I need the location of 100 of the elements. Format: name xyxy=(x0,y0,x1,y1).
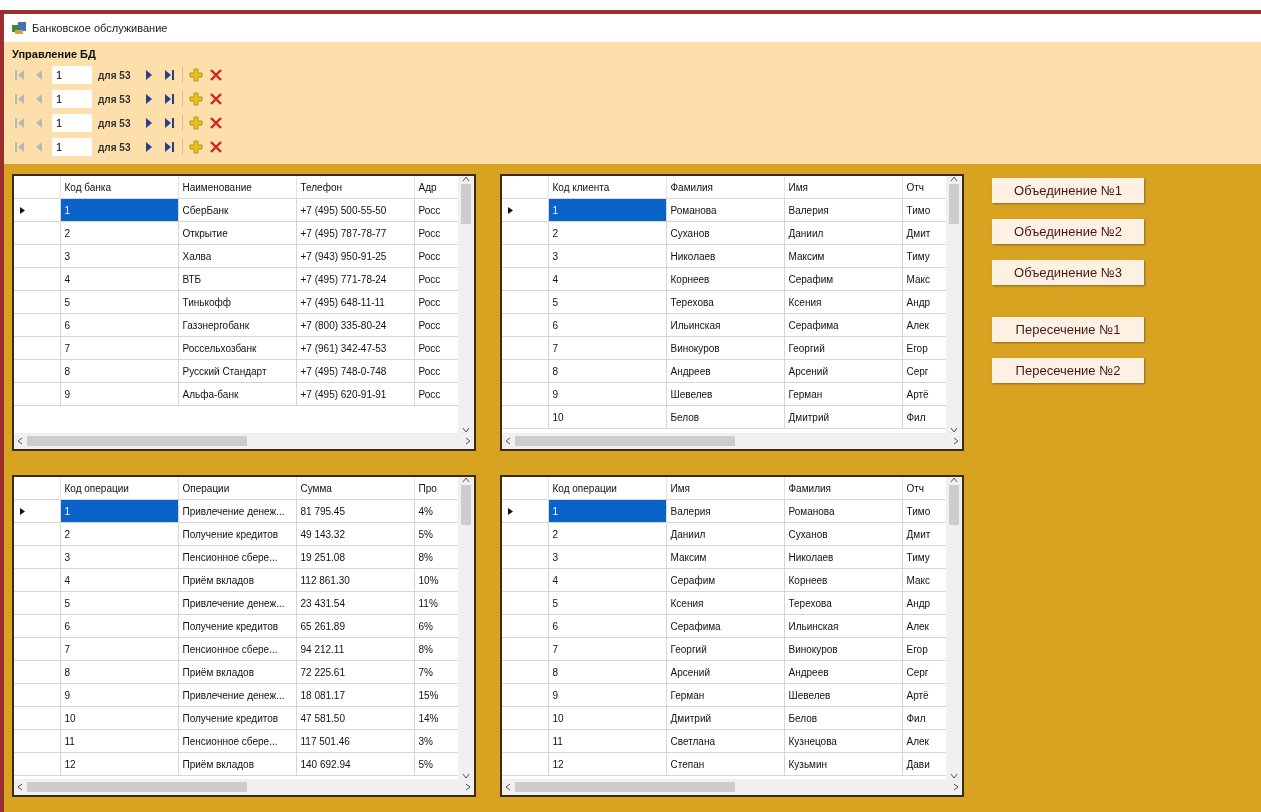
table-cell[interactable]: Белов xyxy=(784,706,902,730)
action-button[interactable]: Объединение №2 xyxy=(992,219,1144,244)
table-cell[interactable]: 6 xyxy=(60,614,178,638)
scrollbar-thumb[interactable] xyxy=(27,782,247,792)
table-cell[interactable]: Серафима xyxy=(666,614,784,638)
horizontal-scrollbar[interactable] xyxy=(14,779,474,795)
table-cell[interactable]: 7 xyxy=(60,336,178,360)
table-cell[interactable]: Валерия xyxy=(784,198,902,222)
table-cell[interactable]: 6 xyxy=(548,313,666,337)
table-cell[interactable]: Пенсионное сбере... xyxy=(178,729,296,753)
position-field[interactable]: 1 xyxy=(52,114,92,132)
table-cell[interactable]: Белов xyxy=(666,405,784,429)
table-cell[interactable]: 11 xyxy=(60,729,178,753)
table-cell[interactable]: Серафим xyxy=(666,568,784,592)
table-cell[interactable]: 8 xyxy=(548,660,666,684)
table-cell[interactable]: Пенсионное сбере... xyxy=(178,545,296,569)
scrollbar-thumb[interactable] xyxy=(949,184,959,224)
table-cell[interactable]: 9 xyxy=(60,683,178,707)
scrollbar-thumb[interactable] xyxy=(515,436,735,446)
table-cell[interactable]: 5 xyxy=(60,591,178,615)
table-cell[interactable]: 81 795.45 xyxy=(296,499,414,523)
table-cell[interactable]: Дмитрий xyxy=(784,405,902,429)
table-cell[interactable]: Газэнергобанк xyxy=(178,313,296,337)
table-cell[interactable]: Андреев xyxy=(784,660,902,684)
table-cell[interactable]: 7 xyxy=(548,637,666,661)
table-cell[interactable]: 2 xyxy=(60,522,178,546)
table-cell[interactable]: Романова xyxy=(784,499,902,523)
table-cell[interactable]: 3 xyxy=(548,244,666,268)
action-button[interactable]: Объединение №3 xyxy=(992,260,1144,285)
scroll-left-icon[interactable] xyxy=(505,783,511,791)
table-cell[interactable]: Валерия xyxy=(666,499,784,523)
horizontal-scrollbar[interactable] xyxy=(502,433,962,449)
scroll-up-icon[interactable] xyxy=(950,477,958,483)
table-cell[interactable]: Георгий xyxy=(784,336,902,360)
table-cell[interactable]: Получение кредитов xyxy=(178,522,296,546)
table-cell[interactable]: 3 xyxy=(60,545,178,569)
table-cell[interactable]: Халва xyxy=(178,244,296,268)
table-cell[interactable]: +7 (495) 748-0-748 xyxy=(296,359,414,383)
table-cell[interactable]: Герман xyxy=(666,683,784,707)
table-cell[interactable]: Русский Стандарт xyxy=(178,359,296,383)
scroll-left-icon[interactable] xyxy=(505,437,511,445)
table-cell[interactable]: 4 xyxy=(60,267,178,291)
table-cell[interactable]: 10 xyxy=(60,706,178,730)
vertical-scrollbar[interactable] xyxy=(946,477,962,779)
table-cell[interactable]: Степан xyxy=(666,752,784,776)
table-cell[interactable]: 4 xyxy=(548,568,666,592)
scrollbar-thumb[interactable] xyxy=(949,485,959,525)
table-cell[interactable]: Россельхозбанк xyxy=(178,336,296,360)
table-cell[interactable]: Приём вкладов xyxy=(178,660,296,684)
table-cell[interactable]: +7 (495) 620-91-91 xyxy=(296,382,414,406)
table-cell[interactable]: Терехова xyxy=(784,591,902,615)
scrollbar-thumb[interactable] xyxy=(515,782,735,792)
table-cell[interactable]: 12 xyxy=(60,752,178,776)
table-cell[interactable]: +7 (495) 787-78-77 xyxy=(296,221,414,245)
table-cell[interactable]: Шевелев xyxy=(784,683,902,707)
horizontal-scrollbar[interactable] xyxy=(14,433,474,449)
table-cell[interactable]: Корнеев xyxy=(666,267,784,291)
table-cell[interactable]: Герман xyxy=(784,382,902,406)
table-cell[interactable]: 4 xyxy=(60,568,178,592)
table-cell[interactable]: Серафима xyxy=(784,313,902,337)
table-cell[interactable]: Привлечение денеж... xyxy=(178,683,296,707)
table-cell[interactable]: +7 (495) 648-11-11 xyxy=(296,290,414,314)
triangle-right-icon[interactable] xyxy=(146,142,153,152)
scroll-up-icon[interactable] xyxy=(950,176,958,182)
table-cell[interactable]: 5 xyxy=(548,290,666,314)
table-cell[interactable]: 72 225.61 xyxy=(296,660,414,684)
table-cell[interactable]: 19 251.08 xyxy=(296,545,414,569)
scroll-down-icon[interactable] xyxy=(950,773,958,779)
scroll-right-icon[interactable] xyxy=(465,783,471,791)
table-cell[interactable]: Андреев xyxy=(666,359,784,383)
table-cell[interactable]: 3 xyxy=(548,545,666,569)
scroll-up-icon[interactable] xyxy=(462,477,470,483)
table-cell[interactable]: 49 143.32 xyxy=(296,522,414,546)
table-cell[interactable]: Серафим xyxy=(784,267,902,291)
table-cell[interactable]: Дмитрий xyxy=(666,706,784,730)
table-cell[interactable]: СберБанк xyxy=(178,198,296,222)
scroll-left-icon[interactable] xyxy=(17,783,23,791)
table-cell[interactable]: 9 xyxy=(60,382,178,406)
scroll-up-icon[interactable] xyxy=(462,176,470,182)
table-cell[interactable]: 9 xyxy=(548,683,666,707)
table-cell[interactable]: 65 261.89 xyxy=(296,614,414,638)
table-cell[interactable]: Шевелев xyxy=(666,382,784,406)
table-cell[interactable]: Максим xyxy=(784,244,902,268)
vertical-scrollbar[interactable] xyxy=(458,477,474,779)
table-cell[interactable]: 11 xyxy=(548,729,666,753)
action-button[interactable]: Пересечение №2 xyxy=(992,358,1144,383)
scrollbar-thumb[interactable] xyxy=(27,436,247,446)
table-cell[interactable]: 8 xyxy=(60,359,178,383)
table-cell[interactable]: Даниил xyxy=(784,221,902,245)
table-cell[interactable]: +7 (961) 342-47-53 xyxy=(296,336,414,360)
table-cell[interactable]: Ильинская xyxy=(666,313,784,337)
scrollbar-thumb[interactable] xyxy=(461,184,471,224)
triangle-right-icon[interactable] xyxy=(146,94,153,104)
table-cell[interactable]: +7 (495) 500-55-50 xyxy=(296,198,414,222)
table-cell[interactable]: Винокуров xyxy=(666,336,784,360)
table-cell[interactable]: Суханов xyxy=(784,522,902,546)
table-cell[interactable]: +7 (495) 771-78-24 xyxy=(296,267,414,291)
table-cell[interactable]: 1 xyxy=(548,198,666,222)
table-cell[interactable]: 1 xyxy=(60,198,178,222)
table-cell[interactable]: Кузнецова xyxy=(784,729,902,753)
